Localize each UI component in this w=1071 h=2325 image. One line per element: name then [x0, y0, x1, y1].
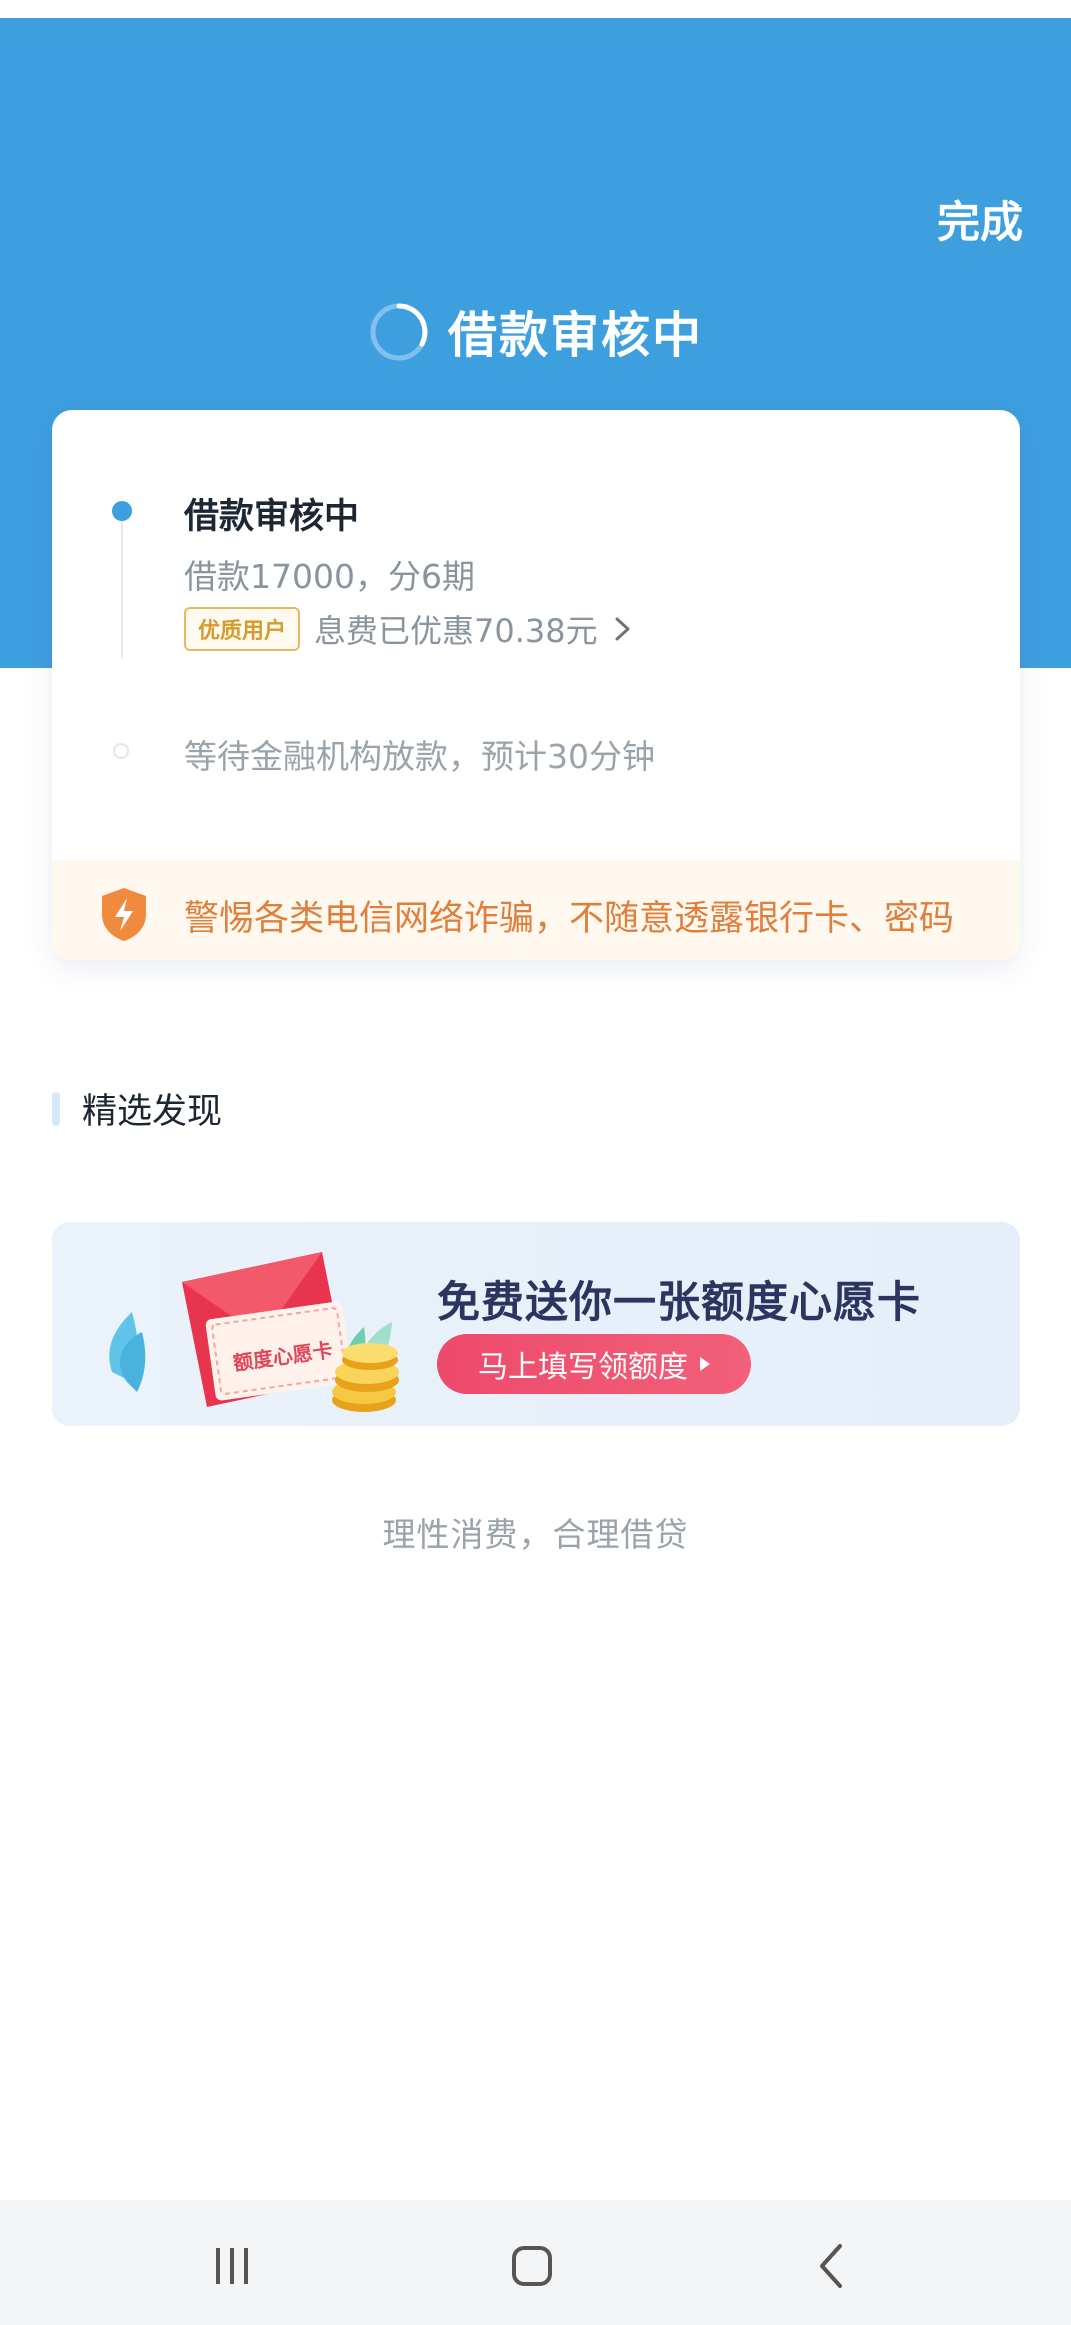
- vip-badge: 优质用户: [184, 607, 301, 651]
- timeline-dot-active: [112, 501, 132, 521]
- fraud-warning-bar: 警惕各类电信网络诈骗，不随意透露银行卡、密码: [52, 860, 1020, 960]
- section-title: 精选发现: [82, 1092, 223, 1132]
- timeline-line: [121, 518, 123, 658]
- progress-card: 借款审核中 借款17000，分6期 优质用户 息费已优惠70.38元 等待金融机…: [52, 410, 1020, 960]
- status-row: 借款审核中: [0, 296, 1071, 367]
- back-icon[interactable]: [802, 2236, 862, 2296]
- recent-apps-icon[interactable]: [202, 2236, 262, 2296]
- discover-section-header: 精选发现: [52, 1083, 222, 1134]
- section-marker: [52, 1091, 60, 1126]
- discount-row[interactable]: 优质用户 息费已优惠70.38元: [184, 606, 634, 652]
- step-title: 借款审核中: [184, 497, 360, 537]
- status-title: 借款审核中: [447, 307, 703, 364]
- red-envelope-illustration: 额度心愿卡: [109, 1252, 399, 1412]
- chevron-right-icon: [615, 617, 630, 641]
- done-button[interactable]: 完成: [937, 188, 1023, 250]
- fraud-warning-text: 警惕各类电信网络诈骗，不随意透露银行卡、密码: [184, 899, 955, 939]
- loan-description: 借款17000，分6期: [184, 557, 475, 596]
- home-icon[interactable]: [502, 2236, 562, 2296]
- footer-tip: 理性消费，合理借贷: [382, 1515, 689, 1554]
- play-triangle-icon: [700, 1357, 710, 1371]
- promo-title: 免费送你一张额度心愿卡: [437, 1278, 921, 1328]
- claim-limit-button[interactable]: 马上填写领额度: [437, 1334, 751, 1394]
- shield-lightning-icon: [102, 888, 146, 941]
- system-nav-bar: [0, 2200, 1071, 2325]
- promo-banner[interactable]: 额度心愿卡 免费送你一张额度心愿卡 马上填写领额度: [52, 1222, 1020, 1426]
- discount-text: 息费已优惠70.38元: [314, 612, 598, 650]
- loading-spinner-icon: [370, 303, 428, 360]
- claim-limit-label: 马上填写领额度: [478, 1350, 688, 1385]
- timeline-dot-pending: [113, 743, 129, 759]
- pending-step-text: 等待金融机构放款，预计30分钟: [184, 737, 655, 776]
- status-bar: [0, 0, 1071, 18]
